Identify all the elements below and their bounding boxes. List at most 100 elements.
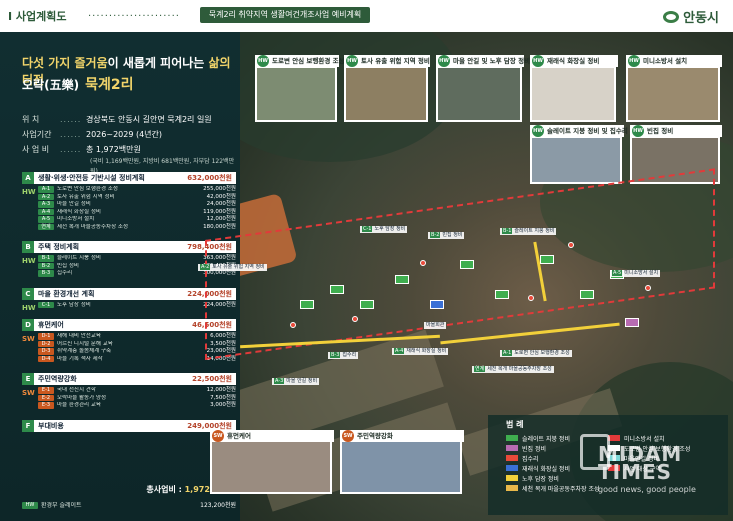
item-name: 오락마을 활동가 양성: [57, 394, 107, 401]
repair-dot: [645, 285, 651, 291]
photo-label-b2: HW 빈집 정비: [630, 125, 722, 137]
section-type-badge: SW: [22, 335, 35, 343]
item-name: 도로변 안심 보행환경 조성: [57, 186, 118, 192]
section-header: C 마을 환경개선 계획 224,000천원: [22, 287, 236, 300]
document-title: 묵계2리 취약지역 생활여건개조사업 예비계획: [200, 7, 370, 23]
map-label-hall: 마을회관: [424, 322, 447, 329]
item-name: 집수리: [57, 270, 73, 276]
item-code: D-1: [38, 333, 54, 340]
item-code: A-1: [38, 186, 54, 193]
item-code: D-2: [38, 340, 54, 347]
item-name: 어르신 디지털 문해 교육: [57, 340, 113, 347]
budget-value: 총 1,972백만원: [86, 145, 141, 154]
photo-d: [210, 440, 332, 494]
slate-roof-marker: [460, 260, 474, 269]
title-prefix: 오락(五樂): [22, 78, 80, 92]
item-name: 마을 기록 책자 제작: [57, 355, 103, 362]
list-item: E-1 국내 선진지 견학 12,000천원: [38, 387, 236, 395]
item-money: 24,000천원: [206, 201, 236, 207]
section-type-badge: SW: [22, 389, 35, 397]
item-code: A-2: [38, 193, 54, 200]
item-code: B-2: [38, 262, 54, 269]
list-item: A-1 도로변 안심 보행환경 조성 255,000천원: [38, 186, 236, 194]
section-header: A 생활·위생·안전등 기반시설 정비계획 632,000천원: [22, 172, 236, 184]
legend-swatch: [506, 445, 518, 451]
section-header: F 부대비용 249,000천원: [22, 419, 236, 432]
photo-a1: [255, 66, 337, 122]
item-code: A-5: [38, 216, 54, 223]
period-label: 사업기간: [22, 130, 52, 139]
photo-a5: [626, 66, 720, 122]
top-bar: Ⅰ 사업계획도 ...................... 묵계2리 취약지역…: [0, 0, 733, 32]
section-amount: 22,500천원: [192, 375, 232, 383]
list-item: E-2 오락마을 활동가 양성 7,500천원: [38, 394, 236, 403]
legend-label: 슬레이트 지붕 정비: [522, 436, 570, 443]
legend-swatch: [506, 475, 518, 481]
item-money: 7,500천원: [210, 394, 236, 401]
item-code: B-3: [38, 270, 54, 277]
section-letter: B: [22, 241, 34, 253]
period-value: 2026~2029 (4년간): [86, 130, 163, 139]
list-item: A-2 토사 유출 위험 지역 정비 42,000천원: [38, 193, 236, 202]
section-label: 휴먼케어: [38, 321, 64, 329]
item-code: E-2: [38, 394, 54, 401]
list-item: A-4 재래식 화장실 정비 119,000천원: [38, 208, 236, 217]
budget-section-b: B 주택 정비계획 798,400천원 HW B-1 슬레이트 지붕 정비 363,000천…: [22, 241, 236, 278]
legend-label: 세천 복개 마을공동주차장 조성: [522, 486, 600, 493]
budget-section-d: D 휴먼케어 46,500천원 SW D-1 재해 대비 안전교육 6,000천원 D-2 어르…: [22, 319, 236, 363]
section-amount: 249,000천원: [187, 421, 232, 430]
item-code: B-1: [38, 255, 54, 262]
toilet-marker: [430, 300, 444, 309]
village-title: 오락(五樂) 묵계2리: [22, 74, 133, 94]
legend-swatch: [506, 435, 518, 441]
org-name: 안동시: [683, 11, 719, 26]
item-code: C-1: [38, 301, 54, 308]
map-label-a3: A-3 마을 안길 정비: [272, 378, 320, 385]
map-label-b1: B-1 슬레이트 지붕 정비: [500, 228, 557, 235]
legend-swatch: [506, 455, 518, 461]
item-code: A-3: [38, 201, 54, 208]
section-label: 주민역량강화: [38, 375, 77, 383]
item-money: 3,000천원: [210, 402, 236, 408]
photo-label-a3: HW 마을 안길 및 노후 담장 정비: [436, 55, 530, 67]
title-village: 묵계2리: [85, 77, 134, 93]
section-header: B 주택 정비계획 798,400천원: [22, 241, 236, 253]
section-letter: D: [22, 319, 34, 331]
item-name: 재래식 화장실 정비: [57, 208, 101, 215]
item-name: 마을 환경관리 교육: [57, 402, 101, 408]
item-code: E-3: [38, 402, 54, 409]
section-letter: E: [22, 373, 34, 385]
list-item: A-5 미니소방서 설치 12,000천원: [38, 216, 236, 224]
item-code: A-4: [38, 208, 54, 215]
section-letter: C: [22, 287, 34, 300]
item-name: 세천 복개 마을공동주차장 조성: [57, 223, 129, 230]
watermark: MIDAM TIMES good news, good people: [598, 444, 733, 499]
item-money: 255,000천원: [203, 186, 236, 192]
watermark-slogan: good news, good people: [598, 485, 696, 494]
total-cost: 총사업비 : 1,972백만원: [22, 484, 236, 495]
section-header: D 휴먼케어 46,500천원: [22, 319, 236, 331]
item-name: 재해 대비 안전교육: [57, 333, 101, 339]
budget-section-e: E 주민역량강화 22,500천원 SW E-1 국내 선진지 견학 12,000천원 E-2…: [22, 373, 236, 410]
section-letter: F: [22, 419, 34, 432]
item-name: 토사 유출 위험 지역 정비: [57, 193, 115, 200]
item-money: 119,000천원: [203, 208, 236, 215]
section-amount: 632,000천원: [187, 174, 232, 182]
map-label-a2: A-2 토사 유출 위험 지역 정비: [198, 264, 267, 271]
item-code: E-1: [38, 387, 54, 394]
item-money: 12,000천원: [206, 216, 236, 222]
location-value: 경상북도 안동시 길안면 묵계2리 일원: [86, 115, 212, 124]
photo-e: [340, 440, 462, 494]
budget-section-c: C 마을 환경개선 계획 224,000천원 HW C-1 노후 담장 정비 224,000…: [22, 287, 236, 312]
legend-title: 범 례: [506, 420, 524, 429]
budget-section-f: F 부대비용 249,000천원: [22, 419, 236, 432]
item-code: D-3: [38, 348, 54, 355]
extra-name: 환경부 슬레이트: [41, 502, 82, 509]
section-header: E 주민역량강화 22,500천원: [22, 373, 236, 385]
budget-section-a: A 생활·위생·안전등 기반시설 정비계획 632,000천원 HW A-1 도로변 안심…: [22, 172, 236, 231]
legend-swatch: [506, 485, 518, 491]
total-label: 총사업비 :: [146, 485, 185, 494]
slate-roof-marker: [580, 290, 594, 299]
map-label-a1: A-1 도로변 안심 보행환경 조성: [500, 350, 572, 357]
section-label: 부대비용: [38, 421, 64, 430]
